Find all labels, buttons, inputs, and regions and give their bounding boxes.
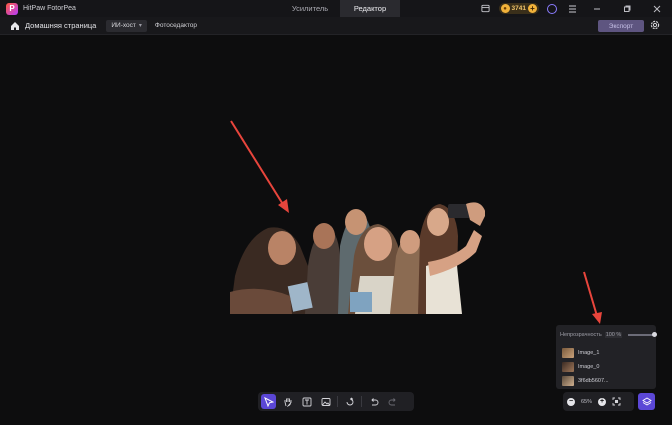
mode-tabs: Усилитель Редактор (280, 0, 400, 17)
user-icon[interactable] (545, 2, 559, 16)
fit-screen-icon[interactable] (612, 397, 621, 406)
zoom-control: − 65% + (563, 392, 634, 411)
layers-panel: Непрозрачность 100 % Image_1 Image_0 3f6… (556, 325, 657, 389)
select-tool-icon[interactable] (261, 394, 276, 409)
app-logo: P (6, 2, 18, 15)
opacity-row: Непрозрачность 100 % (560, 330, 657, 340)
breadcrumb[interactable]: Фотоседактор (155, 22, 197, 29)
layer-name: Image_0 (578, 364, 600, 370)
coin-count: 3741 (511, 5, 526, 12)
app-title: HitPaw FotorPea (23, 5, 76, 12)
layer-thumbnail (562, 348, 574, 358)
dock-divider (337, 396, 338, 407)
settings-icon[interactable] (649, 19, 661, 31)
zoom-in-button[interactable]: + (598, 397, 607, 406)
zoom-level: 65% (581, 398, 593, 405)
layer-thumbnail (562, 376, 574, 386)
text-tool-icon[interactable] (299, 394, 314, 409)
chevron-down-icon: ▾ (138, 23, 142, 29)
opacity-value[interactable]: 100 % (604, 332, 623, 338)
layer-item[interactable]: 3f6db5607... (562, 375, 652, 387)
layer-item[interactable]: Image_1 (562, 347, 652, 359)
tool-dock (258, 392, 414, 411)
tab-editor[interactable]: Редактор (340, 0, 400, 17)
title-bar: P HitPaw FotorPea Усилитель Редактор ● 3… (0, 0, 672, 17)
layer-thumbnail (562, 362, 574, 372)
opacity-slider[interactable] (628, 332, 657, 337)
layers-icon[interactable] (638, 393, 655, 410)
redo-icon[interactable] (385, 394, 400, 409)
mode-dropdown[interactable]: ИИ-хост ▾ (106, 19, 147, 32)
export-button[interactable]: Экспорт (598, 20, 644, 32)
mode-dropdown-value: ИИ-хост (111, 22, 136, 29)
home-link[interactable]: Домашняя страница (25, 21, 96, 30)
menu-icon[interactable] (565, 2, 579, 16)
layer-item[interactable]: Image_0 (562, 361, 652, 373)
close-icon[interactable] (642, 0, 672, 17)
image-tool-icon[interactable] (318, 394, 333, 409)
titlebar-controls: ● 3741 + (476, 0, 672, 17)
coin-icon: ● (500, 4, 510, 13)
hand-tool-icon[interactable] (280, 394, 295, 409)
tab-enhancer[interactable]: Усилитель (280, 0, 340, 17)
coin-balance[interactable]: ● 3741 + (498, 3, 539, 14)
undo-icon[interactable] (366, 394, 381, 409)
dock-divider (361, 396, 362, 407)
minimize-icon[interactable] (582, 0, 612, 17)
zoom-out-button[interactable]: − (567, 397, 575, 406)
editor-toolbar: Домашняя страница ИИ-хост ▾ Фотоседактор (0, 17, 672, 35)
rotate-icon[interactable] (342, 394, 357, 409)
maximize-icon[interactable] (612, 0, 642, 17)
opacity-slider-knob[interactable] (652, 332, 657, 337)
layer-name: 3f6db5607... (578, 378, 609, 384)
home-icon[interactable] (10, 21, 20, 31)
gift-icon[interactable] (479, 2, 493, 16)
canvas-photo[interactable] (230, 196, 485, 314)
layer-name: Image_1 (578, 350, 600, 356)
add-coins-button[interactable]: + (528, 4, 537, 13)
opacity-label: Непрозрачность (560, 332, 602, 338)
